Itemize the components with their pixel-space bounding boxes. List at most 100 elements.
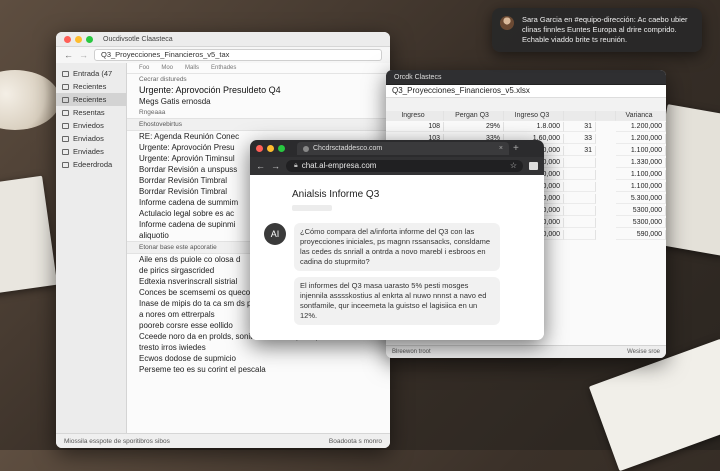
table-cell[interactable] [564,194,596,204]
table-cell[interactable]: 29% [444,122,504,132]
close-button[interactable] [64,35,71,43]
folder-icon [62,83,69,90]
minimize-button[interactable] [267,145,274,152]
back-arrow-icon[interactable]: ← [256,161,265,171]
table-cell[interactable] [564,206,596,216]
table-cell[interactable]: 1.200,000 [616,122,666,132]
chat-page: Anialsis Informe Q3 AI ¿Cómo compara del… [250,175,544,340]
column-header[interactable]: Pergan Q3 [444,111,504,121]
sidebar-item[interactable]: Resentas [56,106,126,119]
list-item[interactable]: tresto irros iwiedes [127,342,390,353]
reader-icon[interactable] [529,162,538,170]
table-cell[interactable] [564,158,596,168]
sidebar-item-label: Recientes [73,95,107,104]
table-cell[interactable]: 1.100,000 [616,170,666,180]
column-header[interactable] [564,111,596,121]
forward-arrow-icon[interactable]: → [79,50,88,60]
table-cell[interactable]: 590,000 [616,230,666,240]
list-item[interactable]: Rngeaaa [127,107,390,118]
tab-favicon-icon [303,145,309,152]
browser-tab[interactable]: Chcdrsctaddesco.com × [297,142,509,155]
column-header[interactable]: Varianca [616,111,666,121]
list-tab[interactable]: Enthades [211,65,236,71]
mail-titlebar: Oucdivsotle Claasteca [56,32,390,47]
close-button[interactable] [256,145,263,152]
list-item[interactable]: Urgente: Aprovoción Presuldeto Q4 [127,85,390,96]
list-tabs: Foo Moo Malls Enthades [127,63,390,74]
table-cell[interactable]: 1.330,000 [616,158,666,168]
search-input[interactable]: Q3_Proyecciones_Financieros_v5_tax [94,49,382,61]
sidebar-item-label: Enviades [73,147,104,156]
address-bar[interactable]: 🔒︎ chat.al-empresa.com ☆ [286,160,523,172]
folder-icon [62,70,69,77]
table-cell[interactable]: 1.8.000 [504,122,564,132]
list-section-header: Ehostovebirtus [127,118,390,131]
notification-line: clinas finnles Euntes Europa al drire co… [522,25,677,34]
folder-icon [62,148,69,155]
table-cell[interactable]: 1.100,000 [616,182,666,192]
column-header[interactable]: Ingreso Q3 [504,111,564,121]
new-tab-icon[interactable]: + [513,143,519,154]
sidebar-item-label: Enviados [73,134,104,143]
back-arrow-icon[interactable]: ← [64,50,73,60]
forward-arrow-icon[interactable]: → [271,161,280,171]
sheet-status-right: Wesise sroe [627,349,660,355]
mail-toolbar: ← → Q3_Proyecciones_Financieros_v5_tax [56,47,390,64]
zoom-button[interactable] [278,145,285,152]
sidebar-item-label: Edeerdroda [73,160,113,169]
list-item[interactable]: Ecwos dodose de supmicio [127,353,390,364]
sidebar-item[interactable]: Edeerdroda [56,158,126,171]
page-subtitle-chip [292,205,332,211]
table-cell[interactable]: 31 [564,146,596,156]
table-cell[interactable] [564,218,596,228]
sidebar-item-label: Entrada (47 [73,69,113,78]
table-cell[interactable]: 5300,000 [616,218,666,228]
tab-close-icon[interactable]: × [499,145,503,152]
folder-icon [62,96,69,103]
table-cell[interactable]: 108 [386,122,444,132]
list-tab[interactable]: Foo [139,65,149,71]
table-cell[interactable]: 5300,000 [616,206,666,216]
table-cell[interactable]: 33 [564,134,596,144]
minimize-button[interactable] [75,35,82,43]
avatar [500,16,514,30]
sidebar-item[interactable]: Recientes [56,93,126,106]
table-cell[interactable]: 5.300,000 [616,194,666,204]
column-header[interactable]: Ingreso [386,111,444,121]
notification-body: Sara Garcia en #equipo-dirección: Ac cae… [522,15,696,45]
sidebar-item[interactable]: Recientes [56,80,126,93]
ai-avatar: AI [264,223,286,245]
folder-icon [62,161,69,168]
table-cell[interactable]: 1.200,000 [616,134,666,144]
slack-notification[interactable]: Sara Garcia en #equipo-dirección: Ac cae… [492,8,702,52]
table-cell[interactable] [564,170,596,180]
sidebar-item[interactable]: Enviedos [56,119,126,132]
table-cell[interactable]: 31 [564,122,596,132]
sidebar-item[interactable]: Entrada (47 [56,67,126,80]
sidebar-item[interactable]: Enviades [56,145,126,158]
coffee-cup [0,70,60,130]
mail-sidebar: Entrada (47 Recientes Recientes Resentas Env… [56,63,127,434]
sheet-status-left: Blreewon troot [392,349,431,355]
bookmark-star-icon[interactable]: ☆ [510,160,517,172]
sidebar-item-label: Enviedos [73,121,104,130]
chat-message-answer: El informes del Q3 masa uarasto 5% pesti… [294,277,500,325]
table-cell[interactable] [564,230,596,240]
list-item[interactable]: Perseme teo es su corint el pescala [127,364,390,375]
folder-icon [62,109,69,116]
sheet-window-title: Orcdk Clastecs [394,73,442,81]
column-header[interactable] [596,111,616,121]
notification-line: Sara Garcia en #equipo-dirección: Ac cae… [522,15,688,24]
table-cell[interactable]: 1.100,000 [616,146,666,156]
background-paper [588,338,720,471]
list-item[interactable]: Cecrar distureds [127,74,390,85]
sidebar-item[interactable]: Enviados [56,132,126,145]
zoom-button[interactable] [86,35,93,43]
sidebar-item-label: Recientes [73,82,107,91]
list-tab[interactable]: Moo [161,65,173,71]
table-cell[interactable] [564,182,596,192]
status-left: Miossila esspote de sporitibros sibos [64,437,170,445]
list-tab[interactable]: Malls [185,65,199,71]
chat-message-question: ¿Cómo compara del a/inforta informe del … [294,223,500,271]
list-item[interactable]: Megs Gatis ernosda [127,96,390,107]
